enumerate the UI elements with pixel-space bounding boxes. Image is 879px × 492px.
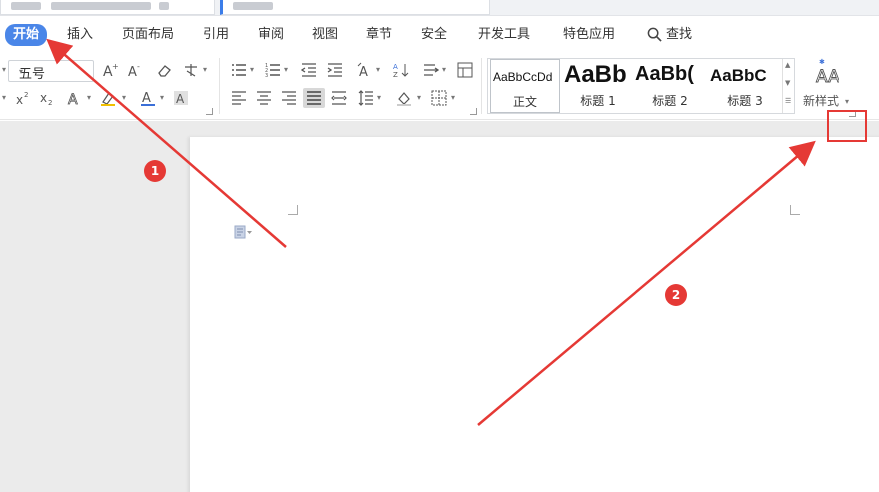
new-style-icon[interactable]: ✱ AA: [813, 56, 841, 86]
align-center-icon[interactable]: [253, 88, 275, 108]
style-heading-2-caption: 标题 2: [652, 94, 688, 108]
svg-text:3: 3: [265, 73, 268, 78]
superscript-icon[interactable]: x2: [12, 88, 34, 108]
margin-corner-top-right: [790, 205, 800, 215]
style-heading-1-caption: 标题 1: [580, 94, 616, 108]
home-ribbon: ▾ 五号 ▾ A + A- ▾ ▾ x2 x2 A ▾ ▾ A ▾ A ▾ 1 …: [0, 52, 879, 120]
tab-review[interactable]: 审阅: [258, 25, 284, 45]
document-page[interactable]: [190, 137, 879, 492]
text-effect-icon[interactable]: A: [64, 88, 86, 108]
align-right-icon[interactable]: [278, 88, 300, 108]
line-spacing-icon[interactable]: [355, 88, 377, 108]
sort-icon[interactable]: AZ: [390, 60, 412, 80]
style-heading-3-caption: 标题 3: [727, 94, 763, 108]
style-heading-2-preview: AaBb(: [635, 63, 694, 85]
phonetic-guide-icon[interactable]: [180, 60, 202, 80]
svg-text:A: A: [393, 63, 398, 71]
highlight-color-icon[interactable]: [97, 88, 119, 108]
svg-text:A: A: [128, 65, 137, 78]
svg-text:A: A: [68, 92, 78, 106]
borders-icon[interactable]: [428, 88, 450, 108]
svg-text:+: +: [112, 62, 118, 71]
style-normal-preview: AaBbCcDd: [493, 70, 553, 84]
character-shading-icon[interactable]: A: [170, 88, 192, 108]
document-canvas: [0, 121, 879, 492]
document-tab-strip: [0, 0, 879, 16]
svg-text:-: -: [137, 62, 140, 71]
subscript-icon[interactable]: x2: [36, 88, 58, 108]
step-badge-2: 2: [665, 284, 687, 306]
svg-text:x: x: [16, 93, 23, 106]
svg-text:A: A: [142, 91, 151, 106]
numbered-list-icon[interactable]: 123: [262, 60, 284, 80]
search-icon[interactable]: [647, 27, 662, 42]
align-left-icon[interactable]: [228, 88, 250, 108]
wps-writer-window: 开始 插入 页面布局 引用 审阅 视图 章节 安全 开发工具 特色应用 查找 ▾…: [0, 0, 879, 492]
distributed-align-icon[interactable]: [328, 88, 350, 108]
table-frame-icon[interactable]: [454, 60, 476, 80]
document-tab-active[interactable]: [220, 0, 490, 15]
increase-font-icon[interactable]: A +: [99, 60, 121, 80]
decrease-indent-icon[interactable]: [298, 60, 320, 80]
tab-chapter[interactable]: 章节: [366, 25, 392, 45]
chinese-layout-icon[interactable]: [420, 60, 442, 80]
search-button[interactable]: 查找: [666, 25, 692, 45]
svg-text:✱: ✱: [819, 58, 825, 66]
styles-gallery: AaBbCcDd 正文 AaBb 标题 1 AaBb( 标题 2 AaBbC 标…: [487, 58, 795, 114]
tab-insert[interactable]: 插入: [67, 25, 93, 45]
paragraph-handle-icon[interactable]: [234, 225, 252, 239]
style-heading-2[interactable]: AaBb( 标题 2: [634, 59, 706, 113]
font-size-select[interactable]: 五号 ▾: [8, 60, 94, 82]
gallery-scrollbar[interactable]: ▲ ▼ ☰: [782, 59, 794, 113]
style-heading-3[interactable]: AaBbC 标题 3: [708, 59, 782, 113]
menu-bar: 开始 插入 页面布局 引用 审阅 视图 章节 安全 开发工具 特色应用 查找: [0, 18, 879, 52]
font-dialog-launcher-icon[interactable]: [206, 108, 213, 115]
tab-page-layout[interactable]: 页面布局: [122, 25, 174, 45]
decrease-font-icon[interactable]: A-: [124, 60, 146, 80]
tab-developer[interactable]: 开发工具: [478, 25, 530, 45]
style-heading-1-preview: AaBb: [564, 61, 627, 88]
justify-icon[interactable]: [303, 88, 325, 108]
chevron-down-icon[interactable]: ▼: [785, 79, 790, 87]
bullet-list-icon[interactable]: [228, 60, 250, 80]
svg-text:A: A: [176, 92, 185, 106]
svg-text:2: 2: [48, 99, 52, 106]
gallery-expand-icon[interactable]: ☰: [785, 97, 791, 105]
svg-text:AA: AA: [816, 67, 839, 84]
paragraph-dialog-launcher-icon[interactable]: [470, 108, 477, 115]
style-normal-caption: 正文: [512, 95, 537, 109]
style-heading-1[interactable]: AaBb 标题 1: [562, 59, 634, 113]
tab-view[interactable]: 视图: [312, 25, 338, 45]
styles-launcher-highlight: [827, 110, 867, 142]
tab-special-features[interactable]: 特色应用: [563, 25, 615, 45]
clear-format-icon[interactable]: [153, 60, 175, 80]
tab-references[interactable]: 引用: [203, 25, 229, 45]
svg-text:A: A: [359, 65, 368, 78]
chevron-up-icon[interactable]: ▲: [785, 61, 790, 69]
svg-text:Z: Z: [393, 71, 398, 78]
svg-text:x: x: [40, 91, 47, 105]
change-case-icon[interactable]: A: [354, 60, 376, 80]
shading-icon[interactable]: [393, 88, 415, 108]
tab-security[interactable]: 安全: [421, 25, 447, 45]
tab-home[interactable]: 开始: [5, 24, 48, 46]
step-badge-1: 1: [144, 160, 166, 182]
style-heading-3-preview: AaBbC: [710, 66, 767, 85]
font-color-icon[interactable]: A: [137, 88, 159, 108]
increase-indent-icon[interactable]: [324, 60, 346, 80]
svg-text:2: 2: [24, 91, 28, 99]
new-style-button[interactable]: 新样式: [803, 92, 839, 110]
document-tab[interactable]: [0, 0, 215, 15]
style-normal[interactable]: AaBbCcDd 正文: [490, 59, 560, 113]
margin-corner-top-left: [288, 205, 298, 215]
